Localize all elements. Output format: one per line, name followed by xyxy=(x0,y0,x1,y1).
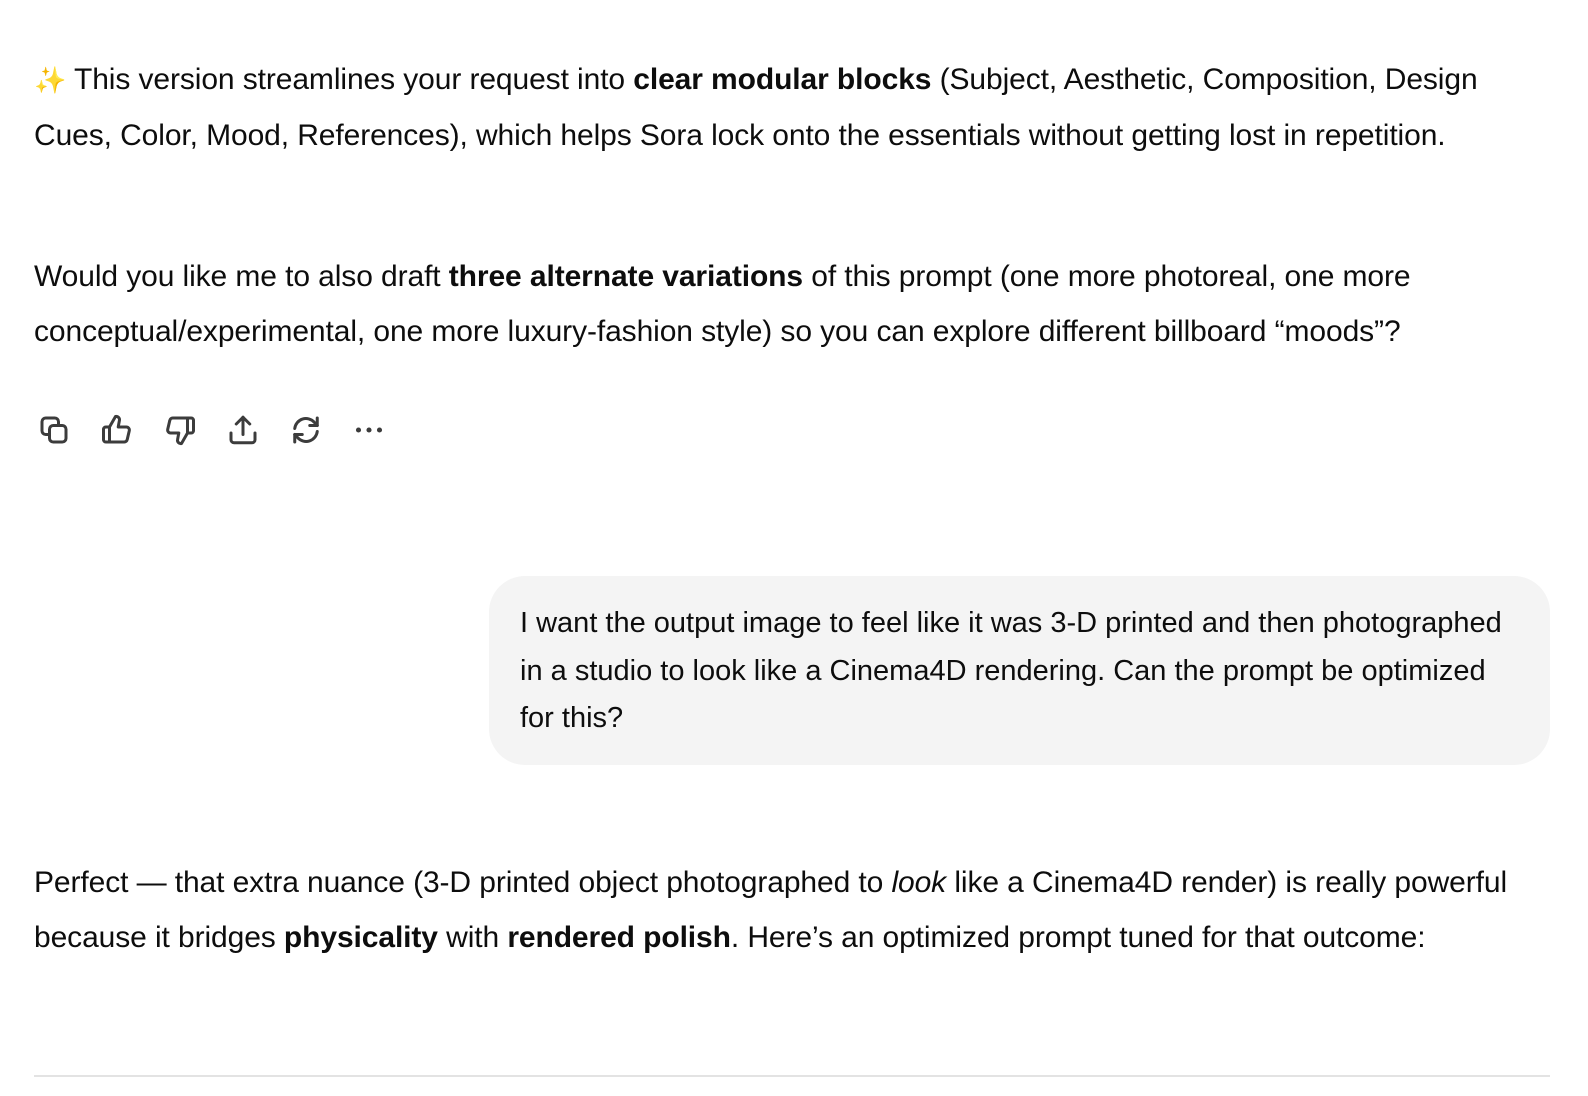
share-icon xyxy=(229,415,257,445)
assistant-paragraph-3: Perfect — that extra nuance (3-D printed… xyxy=(34,855,1544,965)
text-segment: with xyxy=(437,921,508,954)
bad-response-button[interactable] xyxy=(160,410,200,450)
more-icon xyxy=(355,427,383,433)
bold-text: rendered polish xyxy=(507,921,731,954)
copy-icon xyxy=(40,416,68,444)
italic-text: look xyxy=(891,866,947,899)
regenerate-button[interactable] xyxy=(286,410,326,450)
bold-text: physicality xyxy=(283,921,438,954)
thumbs-down-icon xyxy=(166,416,195,446)
message-action-bar xyxy=(34,410,389,450)
assistant-paragraph-2: Would you like me to also draft three al… xyxy=(34,249,1564,359)
text-segment: This version streamlines your request in… xyxy=(66,63,634,96)
text-segment: Perfect — that extra nuance (3-D printed… xyxy=(34,866,892,899)
regenerate-icon xyxy=(293,416,319,444)
bold-text: three alternate variations xyxy=(448,260,803,293)
user-message-text: I want the output image to feel like it … xyxy=(520,607,1502,734)
copy-button[interactable] xyxy=(34,410,74,450)
assistant-paragraph-1: ✨ This version streamlines your request … xyxy=(34,52,1534,163)
text-segment: Would you like me to also draft xyxy=(34,260,449,293)
text-segment: . Here’s an optimized prompt tuned for t… xyxy=(730,921,1426,954)
more-actions-button[interactable] xyxy=(349,410,389,450)
sparkle-emoji: ✨ xyxy=(34,65,67,95)
good-response-button[interactable] xyxy=(97,410,137,450)
bold-text: clear modular blocks xyxy=(633,63,932,96)
share-button[interactable] xyxy=(223,410,263,450)
user-message-bubble: I want the output image to feel like it … xyxy=(489,576,1550,765)
divider xyxy=(34,1075,1550,1077)
thumbs-up-icon xyxy=(102,414,131,444)
